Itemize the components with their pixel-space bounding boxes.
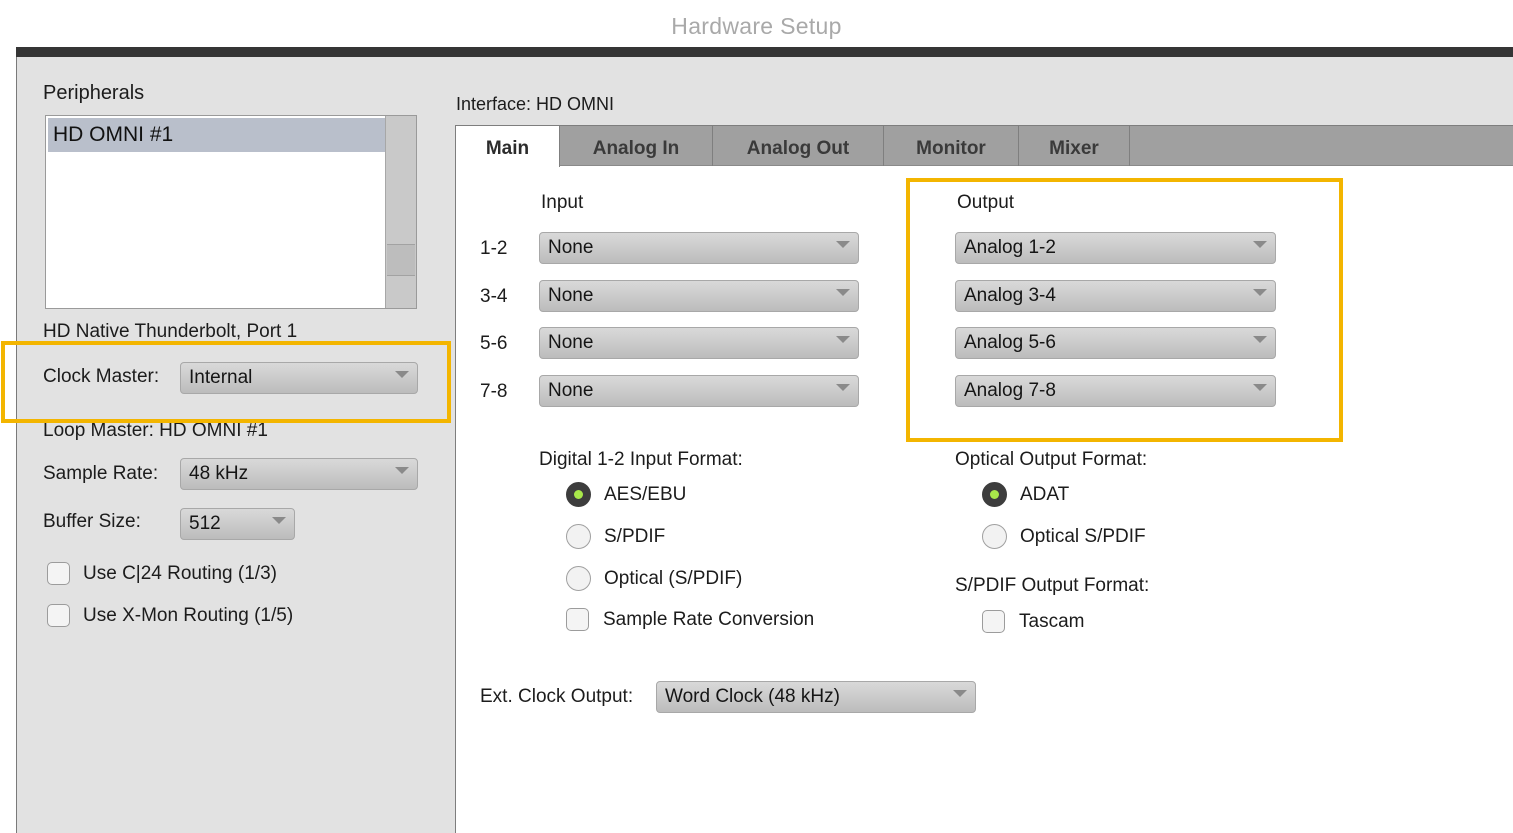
- sample-rate-conversion-checkbox[interactable]: [566, 608, 589, 631]
- optical-output-format-label: Optical Output Format:: [955, 449, 1148, 470]
- input-7-8-dropdown[interactable]: None: [539, 375, 859, 407]
- dropdown-value: None: [548, 380, 594, 401]
- window-title: Hardware Setup: [671, 13, 842, 39]
- loop-master-label: Loop Master: HD OMNI #1: [43, 420, 268, 441]
- peripherals-label: Peripherals: [43, 82, 145, 104]
- radio-label: ADAT: [1020, 484, 1070, 505]
- interface-label: Interface: HD OMNI: [456, 94, 615, 114]
- dropdown-value: None: [548, 285, 594, 306]
- buffer-size-value: 512: [189, 513, 221, 534]
- peripherals-scrollbar[interactable]: [385, 116, 416, 308]
- radio-label: AES/EBU: [604, 484, 687, 505]
- use-c24-routing-checkbox[interactable]: [47, 562, 70, 585]
- output-highlight: [906, 178, 1343, 442]
- input-header: Input: [541, 192, 584, 213]
- peripherals-list[interactable]: HD OMNI #1: [45, 115, 417, 309]
- chevron-down-icon: [395, 467, 409, 474]
- chevron-down-icon: [836, 289, 850, 296]
- radio-spdif[interactable]: [566, 524, 591, 549]
- tab-bar: Main Analog In Analog Out Monitor Mixer: [456, 126, 1513, 167]
- radio-label: Optical S/PDIF: [1020, 526, 1146, 547]
- dropdown-value: None: [548, 332, 594, 353]
- sample-rate-label: Sample Rate:: [43, 463, 159, 484]
- port-label: HD Native Thunderbolt, Port 1: [43, 321, 298, 342]
- input-3-4-dropdown[interactable]: None: [539, 280, 859, 312]
- sample-rate-value: 48 kHz: [189, 463, 249, 484]
- channel-label: 3-4: [480, 286, 508, 307]
- tascam-checkbox[interactable]: [982, 610, 1005, 633]
- chevron-down-icon: [836, 241, 850, 248]
- ext-clock-output-value: Word Clock (48 kHz): [665, 686, 840, 707]
- radio-aes-ebu[interactable]: [566, 482, 591, 507]
- tab-analog-in[interactable]: Analog In: [560, 126, 713, 166]
- input-5-6-dropdown[interactable]: None: [539, 327, 859, 359]
- use-xmon-routing-label: Use X-Mon Routing (1/5): [83, 605, 294, 626]
- radio-adat[interactable]: [982, 482, 1007, 507]
- sample-rate-dropdown[interactable]: 48 kHz: [180, 458, 418, 490]
- radio-selected-dot: [990, 490, 999, 499]
- tab-monitor[interactable]: Monitor: [884, 126, 1019, 166]
- digital-input-format-label: Digital 1-2 Input Format:: [539, 449, 743, 470]
- radio-selected-dot: [574, 490, 583, 499]
- ext-clock-output-label: Ext. Clock Output:: [480, 686, 634, 707]
- spdif-output-format-label: S/PDIF Output Format:: [955, 575, 1150, 596]
- tascam-label: Tascam: [1019, 611, 1085, 632]
- chevron-down-icon: [953, 690, 967, 697]
- dropdown-value: None: [548, 237, 594, 258]
- scrollbar-thumb[interactable]: [387, 244, 415, 276]
- tab-main[interactable]: Main: [456, 126, 560, 167]
- buffer-size-dropdown[interactable]: 512: [180, 508, 295, 540]
- chevron-down-icon: [836, 336, 850, 343]
- radio-label: S/PDIF: [604, 526, 666, 547]
- peripheral-item[interactable]: HD OMNI #1: [48, 118, 386, 152]
- input-1-2-dropdown[interactable]: None: [539, 232, 859, 264]
- chevron-down-icon: [836, 384, 850, 391]
- sample-rate-conversion-label: Sample Rate Conversion: [603, 609, 815, 630]
- channel-label: 5-6: [480, 333, 508, 354]
- channel-label: 7-8: [480, 381, 508, 402]
- radio-label: Optical (S/PDIF): [604, 568, 743, 589]
- clock-master-highlight: [1, 341, 451, 423]
- title-bar: Hardware Setup: [0, 0, 1513, 47]
- use-c24-routing-label: Use C|24 Routing (1/3): [83, 563, 277, 584]
- channel-label: 1-2: [480, 238, 508, 259]
- buffer-size-label: Buffer Size:: [43, 511, 141, 532]
- tab-mixer[interactable]: Mixer: [1019, 126, 1130, 166]
- radio-optical-spdif-output[interactable]: [982, 524, 1007, 549]
- use-xmon-routing-checkbox[interactable]: [47, 604, 70, 627]
- title-divider: [16, 47, 1513, 57]
- tab-analog-out[interactable]: Analog Out: [713, 126, 884, 166]
- radio-optical-spdif[interactable]: [566, 566, 591, 591]
- chevron-down-icon: [272, 517, 286, 524]
- ext-clock-output-dropdown[interactable]: Word Clock (48 kHz): [656, 681, 976, 713]
